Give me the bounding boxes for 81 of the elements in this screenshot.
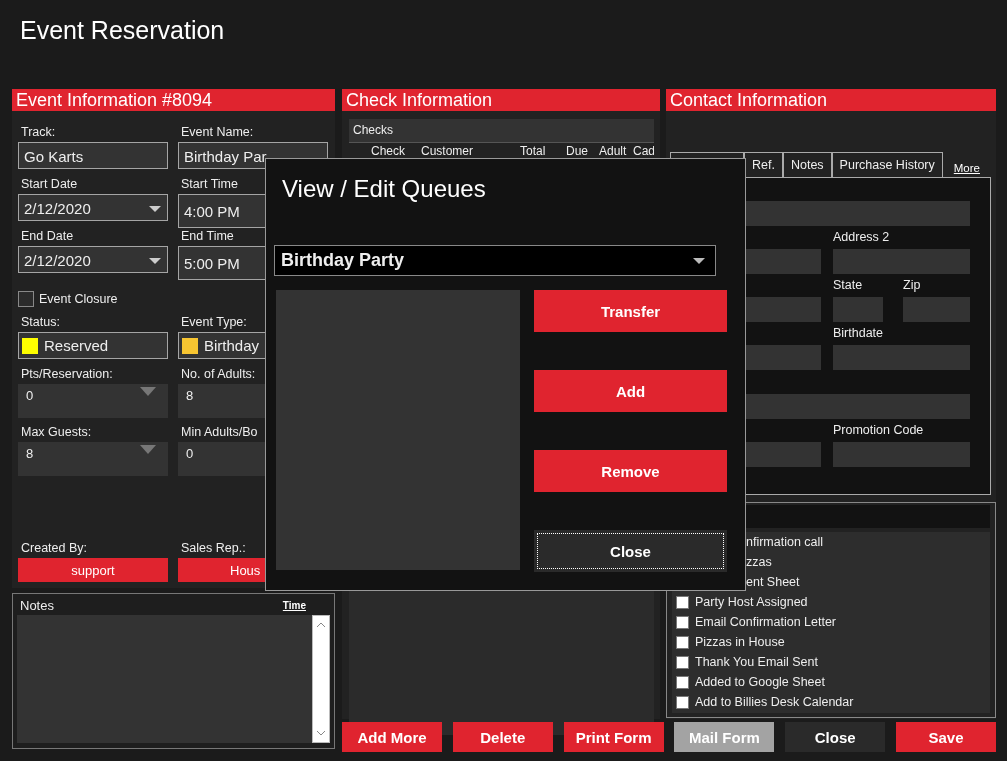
field-label: Start Date: [20, 176, 78, 193]
action-button[interactable]: Save: [896, 722, 996, 752]
field-label: Status:: [20, 314, 60, 331]
column-header[interactable]: Adult: [599, 145, 627, 157]
field-label: Start Time: [180, 176, 238, 193]
action-button[interactable]: Close: [785, 722, 886, 752]
column-header[interactable]: Cad: [633, 145, 654, 157]
field-label: Event Name:: [180, 124, 254, 141]
field-label: Track:: [20, 124, 56, 141]
scroll-up-icon[interactable]: [316, 622, 326, 628]
checkbox[interactable]: [676, 595, 689, 609]
spinner-field[interactable]: 8: [18, 442, 168, 476]
dropdown-icon[interactable]: [140, 387, 156, 397]
user-button[interactable]: support: [18, 558, 168, 582]
dropdown-icon[interactable]: [140, 445, 156, 455]
notes-label: Notes: [19, 598, 54, 613]
scroll-down-icon[interactable]: [316, 730, 326, 736]
action-button[interactable]: Add More: [342, 722, 442, 752]
field-label: End Time: [180, 228, 234, 245]
input-field[interactable]: [833, 345, 970, 370]
checkbox[interactable]: [676, 675, 689, 689]
column-header[interactable]: Total: [520, 145, 546, 157]
field-label: Pts/Reservation:: [20, 366, 113, 383]
field-label: Sales Rep.:: [180, 540, 246, 557]
checklist-label: Add to Billies Desk Calendar: [695, 695, 854, 709]
column-header[interactable]: Due: [566, 145, 588, 157]
input-field[interactable]: [833, 297, 883, 322]
window-title: Event Reservation: [20, 16, 225, 45]
date-dropdown[interactable]: 2/12/2020: [18, 246, 168, 273]
action-button[interactable]: Delete: [452, 722, 553, 752]
text-field[interactable]: Go Karts: [18, 142, 168, 169]
checkbox[interactable]: [676, 695, 689, 709]
more-link[interactable]: More: [953, 159, 980, 177]
dialog-button[interactable]: Close: [534, 530, 727, 572]
scrollbar[interactable]: [312, 615, 330, 743]
column-header[interactable]: Customer: [421, 145, 473, 157]
status-dropdown[interactable]: Reserved: [18, 332, 168, 359]
dialog-button[interactable]: Add: [534, 370, 727, 412]
checklist-label: Party Host Assigned: [695, 595, 808, 609]
caret-icon: [149, 206, 161, 213]
dialog-button[interactable]: Remove: [534, 450, 727, 492]
caret-icon: [149, 258, 161, 265]
caret-icon: [693, 258, 705, 265]
field-label: Address 2: [833, 230, 890, 245]
checklist-label: Pizzas in House: [695, 635, 785, 649]
panel-header: Event Information #8094: [12, 89, 335, 111]
panel-header: Check Information: [342, 89, 660, 111]
checkbox-label: Event Closure: [39, 292, 118, 306]
field-label: Min Adults/Bo: [180, 424, 258, 441]
action-button[interactable]: Print Form: [563, 722, 664, 752]
checklist-label: Email Confirmation Letter: [695, 615, 837, 629]
checkbox[interactable]: [676, 655, 689, 669]
field-label: End Date: [20, 228, 74, 245]
field-label: Birthdate: [833, 326, 884, 341]
field-label: Created By:: [20, 540, 87, 557]
field-label: Promotion Code: [833, 423, 924, 438]
field-label: Event Type:: [180, 314, 247, 331]
checklist-label: Added to Google Sheet: [695, 675, 825, 689]
checklist-label: zzas: [745, 555, 772, 569]
panel-header: Contact Information: [666, 89, 996, 111]
checkbox[interactable]: [18, 291, 34, 307]
checkbox[interactable]: [676, 615, 689, 629]
field-label: No. of Adults:: [180, 366, 256, 383]
section-header: Checks: [349, 119, 654, 143]
date-dropdown[interactable]: 2/12/2020: [18, 194, 168, 221]
checklist-label: nfirmation call: [745, 535, 824, 549]
checklist-label: Thank You Email Sent: [695, 655, 818, 669]
checkbox[interactable]: [676, 635, 689, 649]
field-label: Max Guests:: [20, 424, 92, 441]
field-label: State: [833, 278, 864, 293]
input-field[interactable]: [833, 249, 970, 274]
field-label: Zip: [903, 278, 921, 293]
input-field[interactable]: [903, 297, 970, 322]
column-header[interactable]: Check: [371, 145, 405, 157]
checklist-label: ent Sheet: [745, 575, 800, 589]
notes-field[interactable]: [17, 615, 312, 743]
time-link[interactable]: Time: [282, 600, 306, 611]
dialog-button[interactable]: Transfer: [534, 290, 727, 332]
queue-dropdown[interactable]: Birthday Party: [274, 245, 716, 276]
input-field[interactable]: [833, 442, 970, 467]
spinner-field[interactable]: 0: [18, 384, 168, 418]
